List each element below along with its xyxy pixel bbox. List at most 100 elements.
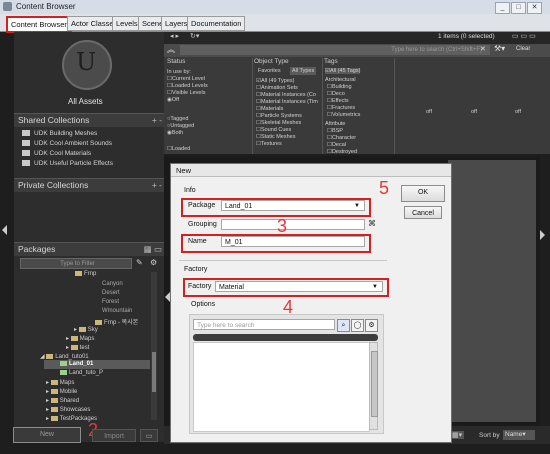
type-option[interactable]: ☐Material Instances (Tim: [256, 99, 318, 105]
tag-option[interactable]: ☐BSP: [327, 128, 343, 134]
tag-option[interactable]: ☐Decal: [327, 142, 346, 148]
refresh-icon[interactable]: ↻▾: [190, 32, 199, 40]
tag-option[interactable]: ☐Volumetrics: [327, 112, 360, 118]
name-input[interactable]: M_01: [221, 236, 365, 247]
close-button[interactable]: ✕: [527, 2, 542, 14]
import-button[interactable]: Import: [92, 429, 136, 442]
type-option[interactable]: ☐Particle Systems: [256, 113, 302, 119]
tab-documentation[interactable]: Documentation: [187, 16, 246, 31]
status-option[interactable]: ◉Off: [167, 97, 179, 103]
type-option[interactable]: ☐Material Instances (Co: [256, 92, 316, 98]
maximize-button[interactable]: □: [511, 2, 526, 14]
type-option[interactable]: ☐Sound Cues: [256, 127, 291, 133]
packages-header[interactable]: Packages ▦ ▭: [14, 242, 166, 256]
status-option[interactable]: ☐Visible Levels: [167, 90, 205, 96]
tag-option[interactable]: ☐Deco: [327, 91, 345, 97]
off-label: off: [426, 109, 433, 115]
search-input[interactable]: Type here to search (Ctrl+Shift+F): [180, 45, 490, 55]
collection-item[interactable]: UDK Cool Ambient Sounds: [22, 140, 112, 147]
filter-options-icon[interactable]: ⚙: [150, 258, 157, 267]
tree-item[interactable]: ▸ Maps: [46, 379, 74, 386]
private-collections-header[interactable]: Private Collections + -: [14, 178, 166, 192]
minimize-button[interactable]: _: [495, 2, 510, 14]
tree-item[interactable]: Forest: [102, 299, 119, 305]
package-dropdown[interactable]: Land_01 ▼: [221, 200, 365, 211]
cancel-button[interactable]: Cancel: [404, 206, 442, 219]
all-assets-label[interactable]: All Assets: [68, 97, 103, 106]
options-search-input[interactable]: Type here to search: [193, 319, 335, 330]
tag-option[interactable]: ☐Fractures: [327, 105, 355, 111]
type-option[interactable]: ☐Materials: [256, 106, 283, 112]
view-toggle-icon[interactable]: ▦ ▭: [144, 243, 162, 256]
tree-item[interactable]: ▸ Shared: [46, 397, 79, 404]
search-icon[interactable]: ⌕: [337, 319, 350, 332]
tree-item-selected[interactable]: Land_01: [60, 361, 93, 367]
clear-search-icon[interactable]: ✕: [480, 45, 486, 53]
tree-item[interactable]: ▸ test: [66, 344, 89, 351]
tag-option[interactable]: ☐Destroyed: [327, 149, 357, 155]
status-option[interactable]: ◉Both: [167, 130, 183, 136]
tree-item[interactable]: ▸ Mobile: [46, 388, 77, 395]
back-arrow-icon[interactable]: ◂ ▸: [170, 32, 179, 40]
tag-option-all[interactable]: ☑All (45 Tags): [325, 68, 361, 74]
panel-buttons[interactable]: ▭ ▭ ▭: [512, 32, 536, 40]
tag-option[interactable]: ☐Character: [327, 135, 356, 141]
clear-button[interactable]: Clear: [516, 46, 530, 52]
collection-icon: [22, 140, 30, 147]
options-list: [193, 342, 370, 432]
type-option[interactable]: ☐Animation Sets: [256, 85, 298, 91]
collection-item[interactable]: UDK Cool Materials: [22, 150, 91, 157]
options-scrollbar[interactable]: [369, 342, 378, 430]
grouping-input[interactable]: [221, 219, 365, 230]
tree-item[interactable]: Land_tuto_P: [60, 370, 103, 376]
packages-scrollbar[interactable]: [151, 272, 157, 420]
folder-icon: [70, 344, 78, 350]
tree-item[interactable]: Frnp: [75, 271, 96, 277]
top-toolbar: ◂ ▸ ↻▾ 1 items (0 selected) ▭ ▭ ▭: [164, 32, 550, 44]
type-option[interactable]: ☐Skeletal Meshes: [256, 120, 301, 126]
filter-edit-icon[interactable]: ✎: [136, 258, 143, 267]
left-collapse-arrow[interactable]: [2, 225, 7, 235]
status-option[interactable]: ○Tagged: [167, 116, 188, 122]
tag-option[interactable]: ☐Building: [327, 84, 352, 90]
add-collection-icon[interactable]: + -: [152, 114, 162, 127]
tree-item[interactable]: Canyon: [102, 281, 123, 287]
tree-item[interactable]: Wmountain: [102, 308, 132, 314]
tree-item[interactable]: ▸ Maps: [66, 335, 94, 342]
add-private-collection-icon[interactable]: + -: [152, 179, 162, 192]
collapse-filters-icon[interactable]: ︽: [167, 44, 175, 55]
right-collapse-arrow[interactable]: [540, 230, 545, 240]
all-types-tab[interactable]: All Types: [290, 67, 317, 75]
tree-item[interactable]: ▸ Sky: [74, 326, 98, 333]
collection-icon: [22, 160, 30, 167]
options-property-bar[interactable]: [193, 334, 378, 341]
search-options-icon[interactable]: ⚒▾: [494, 44, 505, 53]
package-filter-input[interactable]: Type to Filter: [20, 258, 132, 269]
folder-icon: [95, 319, 102, 325]
type-option[interactable]: ☐Textures: [256, 141, 282, 147]
shared-collections-header[interactable]: Shared Collections + -: [14, 113, 166, 127]
status-option[interactable]: ☐Loaded: [167, 146, 190, 152]
tree-item[interactable]: Desert: [102, 290, 120, 296]
type-option[interactable]: ☑All (49 Types): [256, 78, 294, 84]
favorites-tab[interactable]: Favorites: [258, 68, 281, 74]
collection-item[interactable]: UDK Building Meshes: [22, 130, 97, 137]
type-option[interactable]: ☐Static Meshes: [256, 134, 295, 140]
status-option[interactable]: ☐Loaded Levels: [167, 83, 208, 89]
tree-item[interactable]: ▸ Showcases: [46, 406, 90, 413]
view-mode-icon[interactable]: ▦▾: [450, 431, 465, 439]
status-option[interactable]: ○Untagged: [167, 123, 194, 129]
settings-icon[interactable]: ⚙: [365, 319, 378, 332]
ok-button[interactable]: OK: [401, 185, 445, 202]
tag-option[interactable]: ☐Effects: [327, 98, 349, 104]
new-button[interactable]: New: [13, 427, 81, 443]
collection-item[interactable]: UDK Useful Particle Effects: [22, 160, 113, 167]
status-option[interactable]: ☐Current Level: [167, 76, 205, 82]
sort-by-select[interactable]: Name▾: [503, 430, 535, 440]
tree-item[interactable]: Frnp - 복사본: [95, 317, 138, 326]
binoculars-icon[interactable]: ⌘: [368, 219, 376, 228]
factory-dropdown[interactable]: Material ▼: [215, 281, 383, 292]
tree-item[interactable]: ◢ Land_tuto01: [40, 353, 89, 360]
filter-icon[interactable]: ◯: [351, 319, 364, 332]
folder-button[interactable]: ▭: [140, 429, 158, 442]
